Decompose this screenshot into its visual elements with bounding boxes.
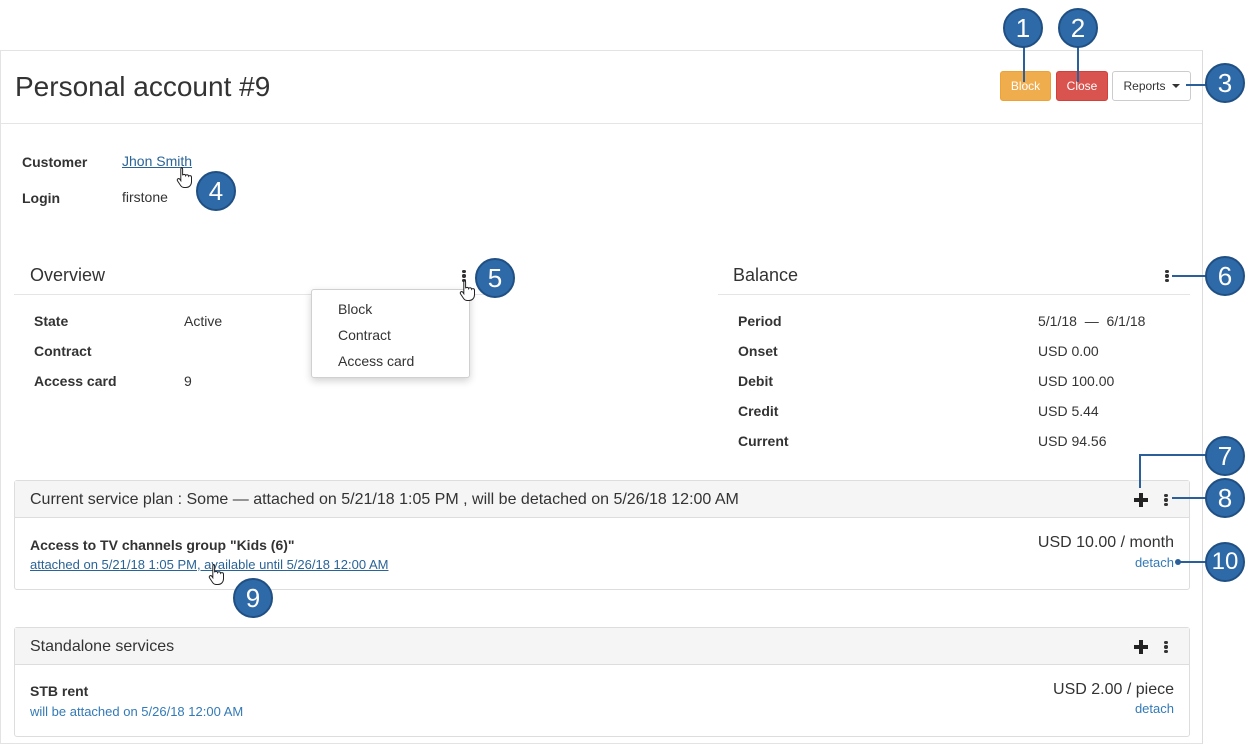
callout-7-leader	[1139, 454, 1208, 456]
caret-down-icon	[1171, 84, 1180, 88]
callout-badge: 1	[1003, 8, 1043, 48]
service-price: USD 10.00 / month	[1037, 534, 1174, 551]
balance-row-value: USD 0.00	[1038, 343, 1099, 359]
callout-badge: 8	[1205, 478, 1245, 518]
overview-title: Overview	[30, 265, 106, 285]
hand-cursor-icon	[459, 280, 475, 301]
overview-row-label: Access card	[34, 373, 117, 389]
block-button[interactable]: Block	[1000, 71, 1051, 101]
page-header: Personal account #9 Block Close Reports	[1, 51, 1202, 124]
balance-row-label: Current	[738, 433, 789, 449]
overview-dropdown-menu: Block Contract Access card	[311, 289, 470, 378]
callout-10-leader	[1178, 561, 1208, 563]
standalone-service-price: USD 2.00 / piece	[1053, 681, 1174, 698]
standalone-detach-link[interactable]: detach	[1135, 701, 1174, 716]
overview-row-label: State	[34, 313, 69, 329]
balance-row-value: USD 100.00	[1038, 373, 1115, 389]
callout-badge: 9	[233, 578, 273, 618]
overview-row-value: Active	[184, 313, 223, 329]
balance-divider	[718, 294, 1190, 295]
menu-item-block[interactable]: Block	[312, 296, 469, 322]
page-title: Personal account #9	[15, 71, 271, 102]
balance-row-label: Period	[738, 313, 782, 329]
reports-dropdown-button[interactable]: Reports	[1112, 71, 1191, 101]
callout-badge: 10	[1205, 542, 1245, 582]
balance-row-value: 5/1/18 — 6/1/18	[1038, 313, 1146, 329]
hand-cursor-icon	[208, 564, 224, 585]
overview-row-label: Contract	[34, 343, 92, 359]
callout-10-leader-dot	[1175, 559, 1181, 565]
standalone-attachment-text: will be attached on 5/26/18 12:00 AM	[30, 704, 244, 719]
callout-2-leader	[1077, 46, 1079, 82]
callout-badge: 7	[1205, 436, 1245, 476]
balance-row-label: Onset	[738, 343, 778, 359]
callout-badge: 6	[1205, 256, 1245, 296]
callout-badge: 3	[1205, 63, 1245, 103]
login-value: firstone	[122, 189, 168, 205]
service-plan-header: Current service plan : Some — attached o…	[15, 481, 1189, 518]
menu-item-contract[interactable]: Contract	[312, 322, 469, 348]
callout-badge: 5	[475, 258, 515, 298]
callout-6-leader	[1172, 275, 1208, 277]
overview-row-value: 9	[184, 373, 192, 389]
service-name: Access to TV channels group "Kids (6)"	[30, 537, 295, 553]
callout-1-leader	[1023, 46, 1025, 82]
standalone-services-title: Standalone services	[30, 638, 175, 655]
service-plan-menu-kebab-icon[interactable]	[1160, 492, 1172, 508]
balance-title: Balance	[733, 265, 799, 285]
callout-badge: 2	[1058, 8, 1098, 48]
balance-row-value: USD 5.44	[1038, 403, 1099, 419]
hand-cursor-icon	[176, 167, 192, 188]
service-plan-panel: Current service plan : Some — attached o…	[14, 480, 1190, 590]
login-label: Login	[22, 190, 61, 206]
detach-link[interactable]: detach	[1135, 555, 1174, 570]
close-button[interactable]: Close	[1056, 71, 1108, 101]
add-standalone-plus-icon[interactable]	[1134, 640, 1148, 654]
standalone-menu-kebab-icon[interactable]	[1160, 639, 1172, 655]
callout-7-leader-vertical	[1139, 454, 1141, 488]
balance-row-label: Credit	[738, 403, 779, 419]
reports-label: Reports	[1123, 79, 1166, 93]
customer-label: Customer	[22, 154, 88, 170]
callout-badge: 4	[196, 171, 236, 211]
standalone-service-name: STB rent	[30, 683, 89, 699]
service-plan-header-text: Current service plan : Some — attached o…	[30, 491, 739, 508]
add-service-plus-icon[interactable]	[1134, 493, 1148, 507]
standalone-services-header: Standalone services	[15, 628, 1189, 665]
balance-row-label: Debit	[738, 373, 773, 389]
standalone-services-panel: Standalone services STB rent will be att…	[14, 627, 1190, 737]
callout-8-leader	[1172, 497, 1208, 499]
balance-row-value: USD 94.56	[1038, 433, 1107, 449]
menu-item-access-card[interactable]: Access card	[312, 348, 469, 374]
